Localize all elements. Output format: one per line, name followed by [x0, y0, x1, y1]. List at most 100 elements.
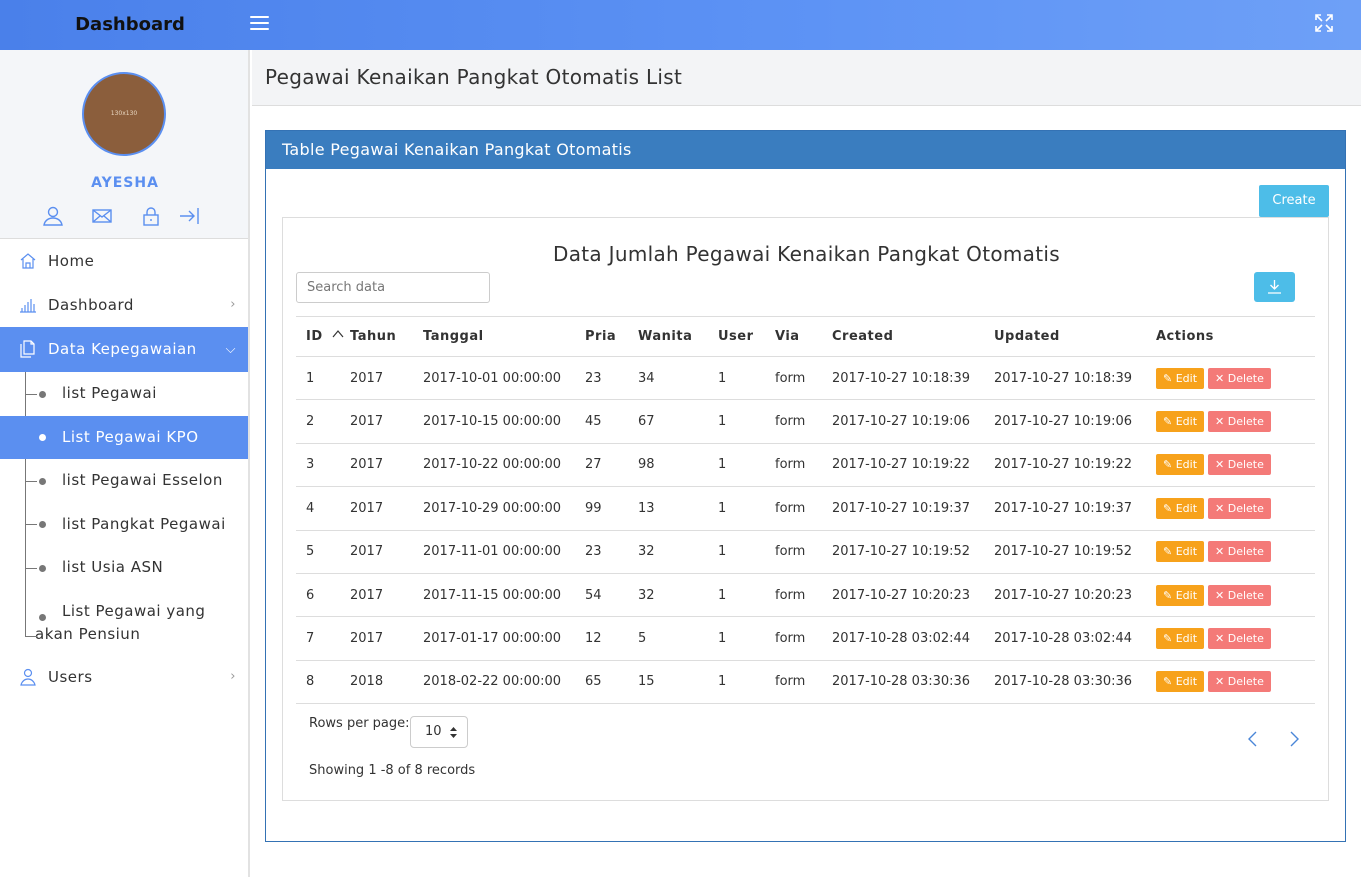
table-row: 8 2018 2018-02-22 00:00:00 65 15 1 form 2017-10… — [296, 660, 1315, 705]
delete-button[interactable]: ✕ Delete — [1208, 497, 1271, 519]
edit-label: Edit — [1175, 588, 1198, 602]
cell-updated: 2017-10-27 10:19:52 — [994, 530, 1156, 574]
sidebar-item-data-kepegawaian[interactable]: Data Kepegawaian ⌵ — [0, 327, 248, 372]
create-button[interactable]: Create — [1259, 185, 1329, 217]
cell-actions: ✎ Edit ✕ Delete — [1156, 573, 1315, 618]
lock-icon[interactable] — [140, 205, 162, 227]
edit-button[interactable]: ✎ Edit — [1156, 628, 1205, 650]
prev-page-icon[interactable] — [1245, 730, 1261, 748]
cell-wanita: 34 — [638, 356, 718, 401]
edit-button[interactable]: ✎ Edit — [1156, 584, 1205, 606]
submenu-item-list-pangkat-pegawai[interactable]: list Pangkat Pegawai — [0, 502, 248, 546]
logout-icon[interactable] — [178, 205, 200, 227]
sidebar-menu: Home Dashboard › Data Kepegawaian ⌵ list… — [0, 239, 248, 699]
edit-button[interactable]: ✎ Edit — [1156, 541, 1205, 563]
delete-button[interactable]: ✕ Delete — [1208, 367, 1271, 389]
submenu-item-list-pegawai-kpo[interactable]: List Pegawai KPO — [0, 415, 248, 459]
delete-button[interactable]: ✕ Delete — [1208, 454, 1271, 476]
edit-icon: ✎ — [1163, 632, 1176, 646]
cell-pria: 45 — [585, 399, 638, 444]
close-icon: ✕ — [1215, 458, 1228, 472]
submenu-item-list-pegawai-esselon[interactable]: list Pegawai Esselon — [0, 459, 248, 503]
close-icon: ✕ — [1215, 415, 1228, 429]
next-page-icon[interactable] — [1286, 730, 1302, 748]
column-header-id[interactable]: ID — [296, 316, 350, 357]
cell-user: 1 — [718, 443, 775, 488]
delete-label: Delete — [1227, 675, 1264, 689]
tree-branch — [25, 524, 37, 526]
delete-button[interactable]: ✕ Delete — [1208, 671, 1271, 693]
sidebar-item-label: Dashboard — [48, 296, 134, 314]
column-header-wanita[interactable]: Wanita — [638, 316, 718, 357]
close-icon: ✕ — [1215, 545, 1228, 559]
cell-via: form — [775, 530, 832, 574]
search-input[interactable] — [296, 272, 490, 303]
cell-wanita: 98 — [638, 443, 718, 488]
rows-per-page-select[interactable]: 10 — [410, 716, 468, 748]
edit-label: Edit — [1175, 415, 1198, 429]
edit-button[interactable]: ✎ Edit — [1156, 671, 1205, 693]
edit-label: Edit — [1175, 632, 1198, 646]
submenu-item-list-pegawai[interactable]: list Pegawai — [0, 372, 248, 416]
tree-line — [25, 589, 26, 636]
submenu-item-list-usia-asn[interactable]: list Usia ASN — [0, 546, 248, 590]
delete-label: Delete — [1227, 588, 1264, 602]
column-header-tanggal[interactable]: Tanggal — [423, 316, 585, 357]
cell-user: 1 — [718, 616, 775, 661]
cell-wanita: 5 — [638, 616, 718, 661]
sidebar-item-dashboard[interactable]: Dashboard › — [0, 283, 248, 327]
edit-button[interactable]: ✎ Edit — [1156, 497, 1205, 519]
edit-button[interactable]: ✎ Edit — [1156, 367, 1205, 389]
close-icon: ✕ — [1215, 371, 1228, 385]
column-header-updated[interactable]: Updated — [994, 316, 1156, 357]
cell-created: 2017-10-27 10:19:06 — [832, 399, 994, 444]
cell-pria: 27 — [585, 443, 638, 488]
delete-button[interactable]: ✕ Delete — [1208, 628, 1271, 650]
table-row: 7 2017 2017-01-17 00:00:00 12 5 1 form 2017-10-… — [296, 616, 1315, 661]
sort-asc-icon[interactable] — [332, 330, 344, 338]
user-icon[interactable] — [42, 205, 64, 227]
column-header-tahun[interactable]: Tahun — [350, 316, 423, 357]
edit-label: Edit — [1175, 458, 1198, 472]
fullscreen-icon[interactable] — [1314, 13, 1334, 33]
profile-panel: 130x130 AYESHA — [0, 50, 248, 239]
records-summary: Showing 1 -8 of 8 records — [309, 763, 476, 778]
cell-updated: 2017-10-27 10:18:39 — [994, 356, 1156, 401]
cell-id: 3 — [296, 443, 350, 488]
column-header-created[interactable]: Created — [832, 316, 994, 357]
edit-icon: ✎ — [1163, 675, 1176, 689]
brand-title[interactable]: Dashboard — [0, 0, 250, 50]
cell-via: form — [775, 356, 832, 401]
cell-via: form — [775, 443, 832, 488]
table-row: 1 2017 2017-10-01 00:00:00 23 34 1 form 2017-10… — [296, 356, 1315, 401]
delete-button[interactable]: ✕ Delete — [1208, 541, 1271, 563]
submenu-item-list-pegawai-pensiun[interactable]: List Pegawai yang akan Pensiun — [0, 589, 248, 655]
cell-via: form — [775, 660, 832, 705]
mail-icon[interactable] — [91, 205, 113, 227]
tree-branch — [25, 635, 37, 637]
menu-toggle-icon[interactable] — [250, 16, 269, 32]
sidebar-item-home[interactable]: Home — [0, 239, 248, 283]
edit-button[interactable]: ✎ Edit — [1156, 454, 1205, 476]
delete-button[interactable]: ✕ Delete — [1208, 411, 1271, 433]
cell-pria: 65 — [585, 660, 638, 705]
cell-user: 1 — [718, 399, 775, 444]
tree-branch — [25, 567, 37, 569]
sidebar-item-users[interactable]: Users › — [0, 655, 248, 699]
bullet-icon — [39, 390, 46, 398]
edit-button[interactable]: ✎ Edit — [1156, 411, 1205, 433]
column-header-user[interactable]: User — [718, 316, 775, 357]
bar-chart-icon — [20, 299, 36, 313]
select-caret-icon — [450, 727, 457, 738]
main-content: Pegawai Kenaikan Pangkat Otomatis List T… — [252, 50, 1361, 877]
download-button[interactable] — [1254, 272, 1295, 302]
submenu-item-label: List Pegawai yang akan Pensiun — [35, 601, 206, 643]
column-header-via[interactable]: Via — [775, 316, 832, 357]
rows-per-page-label: Rows per page: — [309, 716, 410, 731]
column-header-pria[interactable]: Pria — [585, 316, 638, 357]
tree-branch — [25, 480, 37, 482]
sidebar-item-label: Users — [48, 667, 93, 686]
delete-button[interactable]: ✕ Delete — [1208, 584, 1271, 606]
cell-tahun: 2017 — [350, 573, 423, 618]
cell-wanita: 32 — [638, 573, 718, 618]
